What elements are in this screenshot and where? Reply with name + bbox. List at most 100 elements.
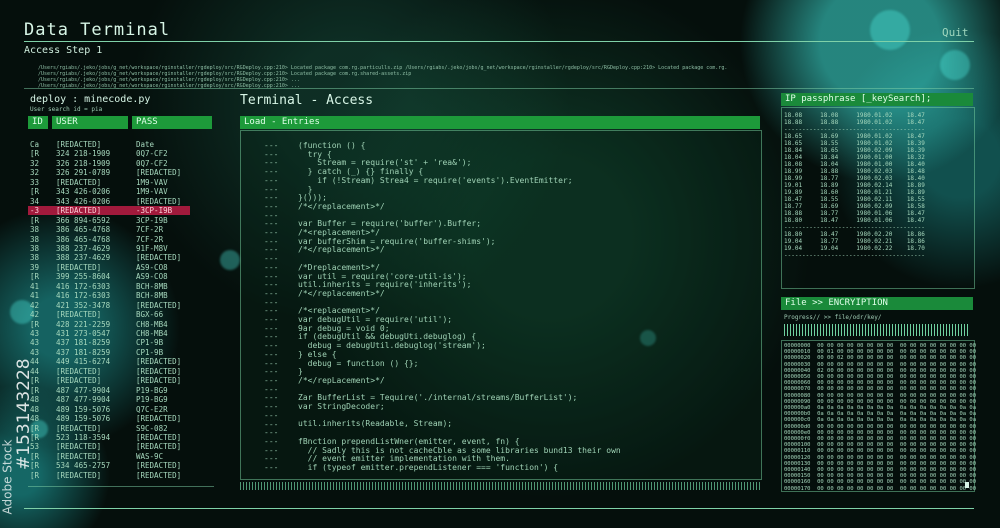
cell-pass: [REDACTED] — [136, 470, 182, 480]
table-row[interactable]: [R 487 477-9904 P19-BG9 — [28, 386, 190, 395]
table-row[interactable]: 34 343 426-0206 [REDACTED] — [28, 197, 190, 206]
table-row[interactable]: 41 416 172-6303 BCH-8MB — [28, 291, 190, 300]
cell-pass: 0Q7-CF2 — [136, 158, 168, 168]
cell-user: 437 181-8259 — [56, 347, 111, 357]
text-cursor — [965, 482, 969, 488]
watermark-brand: Adobe Stock — [0, 439, 15, 515]
table-row[interactable]: 32 326 291-0789 [REDACTED] — [28, 168, 190, 177]
table-row[interactable]: 33 [REDACTED] 1M9-VAV — [28, 178, 190, 187]
table-row[interactable]: [R 399 255-8604 AS9-CO8 — [28, 272, 190, 281]
table-row[interactable]: [R 428 221-2259 CH8-MB4 — [28, 320, 190, 329]
cell-user: 523 118-3594 — [56, 432, 111, 442]
cell-id: 38 — [30, 225, 40, 235]
table-row[interactable]: [R 366 894-6592 3CP-I9B — [28, 216, 190, 225]
cell-id: [R — [30, 272, 40, 282]
table-row[interactable]: 48 489 159-5076 [REDACTED] — [28, 414, 190, 423]
encryption-header: File >> ENCRYIPTION — [781, 297, 973, 310]
bokeh-particle — [940, 50, 970, 80]
table-row[interactable]: 53 [REDACTED] [REDACTED] — [28, 442, 190, 451]
table-row[interactable]: [R 523 118-3594 [REDACTED] — [28, 433, 190, 442]
passphrase-line: --------------------------------------- — [784, 252, 925, 259]
table-row[interactable]: [R 343 426-0206 1M9-VAV — [28, 187, 190, 196]
hex-line: 00000030 00 00 00 00 00 00 00 00 00 00 0… — [784, 361, 977, 368]
table-row[interactable]: 38 386 465-4768 7CF-2R — [28, 235, 190, 244]
app-title: Data Terminal — [24, 20, 171, 40]
table-row[interactable]: 48 487 477-9904 P19-BG9 — [28, 395, 190, 404]
code-line: /*</replacement>*/ — [298, 201, 385, 211]
cell-id: [R — [30, 187, 40, 197]
cell-user: [REDACTED] — [56, 451, 102, 461]
cell-pass: CP1-9B — [136, 347, 164, 357]
cell-user: 428 221-2259 — [56, 319, 111, 329]
table-row[interactable]: [R 534 465-2757 [REDACTED] — [28, 461, 190, 470]
cell-id: [R — [30, 470, 40, 480]
table-row[interactable]: 38 388 237-4629 [REDACTED] — [28, 253, 190, 262]
table-row[interactable]: Ca [REDACTED] Date — [28, 140, 190, 149]
table-row[interactable]: 41 416 172-6303 BCH-8MB — [28, 282, 190, 291]
top-divider — [24, 88, 974, 89]
cell-id: [R — [30, 319, 40, 329]
cell-pass: Q7C-E2R — [136, 404, 168, 414]
cell-user: 449 415-6274 — [56, 357, 111, 367]
encryption-progress-label: Progress// >> file/odr/key/ — [784, 314, 882, 321]
table-row[interactable]: 42 421 352-3478 [REDACTED] — [28, 301, 190, 310]
cell-user: 388 237-4629 — [56, 243, 111, 253]
table-row[interactable]: 43 437 181-8259 CP1-9B — [28, 338, 190, 347]
table-row[interactable]: 43 437 181-8259 CP1-9B — [28, 348, 190, 357]
table-row[interactable]: 44 449 415-6274 [REDACTED] — [28, 357, 190, 366]
table-row[interactable]: -3 [REDACTED] -3CP-I9B — [28, 206, 190, 216]
passphrase-line: 18.80 18.47 1980.01.06 18.47 — [784, 217, 925, 224]
cell-pass: CH8-MB4 — [136, 329, 168, 338]
cell-pass: [REDACTED] — [136, 253, 182, 263]
code-line: /*</replacement>*/ — [298, 245, 385, 255]
hex-line: 00000110 00 00 00 00 00 00 00 00 00 00 0… — [784, 448, 977, 455]
cell-pass: [REDACTED] — [136, 442, 182, 452]
column-header-user[interactable]: USER — [52, 116, 128, 129]
ip-passphrase-header: IP passphrase [_keySearch]; — [781, 93, 973, 106]
code-line: if (typeof emitter.prependListener === '… — [298, 462, 559, 472]
cell-pass: BCH-8MB — [136, 281, 168, 291]
table-row[interactable]: 42 [REDACTED] BGX-66 — [28, 310, 190, 319]
table-row[interactable]: 44 [REDACTED] [REDACTED] — [28, 367, 190, 376]
quit-button[interactable]: Quit — [942, 26, 969, 39]
cell-user: [REDACTED] — [56, 177, 102, 187]
cell-pass: 3CP-I9B — [136, 215, 168, 225]
cell-user: [REDACTED] — [56, 310, 102, 320]
cell-user: 487 477-9904 — [56, 385, 111, 395]
cell-id: -3 — [30, 206, 40, 216]
table-row[interactable]: [R [REDACTED] S9C-082 — [28, 424, 190, 433]
bokeh-particle — [870, 10, 910, 50]
left-panel-subtitle: User search id = pia — [30, 106, 103, 113]
table-row[interactable]: 38 388 237-4629 91F-M8V — [28, 244, 190, 253]
hex-line: 000000d0 00 00 00 00 00 00 00 00 00 00 0… — [784, 423, 977, 430]
bokeh-particle — [220, 250, 240, 270]
table-row[interactable]: 39 [REDACTED] AS9-CO8 — [28, 263, 190, 272]
table-row[interactable]: [R [REDACTED] [REDACTED] — [28, 376, 190, 385]
hex-line: 00000080 00 00 00 00 00 00 00 00 00 00 0… — [784, 392, 977, 399]
table-row[interactable]: 32 326 218-1909 0Q7-CF2 — [28, 159, 190, 168]
cell-id: 32 — [30, 168, 40, 178]
column-header-id[interactable]: ID — [28, 116, 48, 129]
passphrase-line: --------------------------------------- — [784, 126, 925, 133]
column-header-pass[interactable]: PASS — [132, 116, 212, 129]
cell-user: 399 255-8604 — [56, 272, 111, 282]
table-row[interactable]: 38 386 465-4768 7CF-2R — [28, 225, 190, 234]
table-row[interactable]: 43 431 273-0547 CH8-MB4 — [28, 329, 190, 338]
cell-user: [REDACTED] — [56, 262, 102, 272]
table-row[interactable]: [R [REDACTED] WAS-9C — [28, 452, 190, 461]
cell-pass: [REDACTED] — [136, 196, 182, 206]
cell-id: 39 — [30, 262, 40, 272]
cell-pass: Date — [136, 140, 155, 149]
cell-id: Ca — [30, 140, 40, 149]
table-row[interactable]: [R 324 218-1909 0Q7-CF2 — [28, 149, 190, 158]
cell-pass: [REDACTED] — [136, 376, 182, 386]
hex-dump: 00000000 00 00 00 00 00 00 00 00 00 00 0… — [784, 343, 976, 492]
cell-user: 366 894-6592 — [56, 215, 111, 225]
cell-user: 386 465-4768 — [56, 225, 111, 235]
hex-line: 00000120 00 00 00 00 00 00 00 00 00 00 0… — [784, 454, 977, 461]
table-row[interactable]: 48 489 159-5076 Q7C-E2R — [28, 405, 190, 414]
cell-pass: 91F-M8V — [136, 243, 168, 253]
table-row[interactable]: [R [REDACTED] [REDACTED] — [28, 471, 190, 480]
cell-pass: P19-BG9 — [136, 395, 168, 405]
cell-id: 41 — [30, 291, 40, 301]
